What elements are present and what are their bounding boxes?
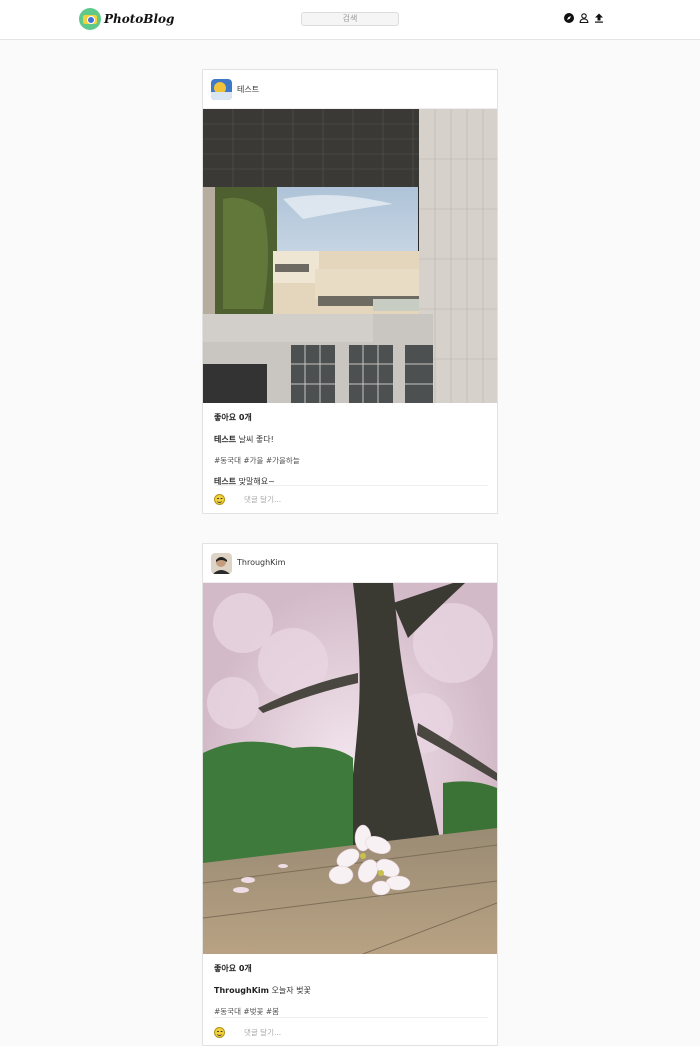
- post-body: 좋아요 0개 테스트 날씨 좋다! #동국대 #가을 #가을하늘 테스트 맞말해…: [214, 412, 488, 487]
- divider: [214, 1017, 488, 1018]
- post-photo: [203, 583, 497, 954]
- compass-icon[interactable]: [564, 13, 574, 23]
- post-card: ThroughKim 좋아요 0개 ThroughKim 오늘자 벚꽃 #동국대…: [202, 543, 498, 1046]
- avatar[interactable]: [211, 553, 232, 574]
- comment-input[interactable]: 댓글 달기...: [244, 1027, 444, 1038]
- caption-text: 날씨 좋다!: [236, 435, 274, 444]
- post-photo: [203, 109, 497, 403]
- post-body: 좋아요 0개 ThroughKim 오늘자 벚꽃 #동국대 #벚꽃 #봄: [214, 963, 488, 1017]
- top-navbar: PhotoBlog 검색: [0, 0, 700, 40]
- post-username[interactable]: ThroughKim: [237, 558, 285, 567]
- post-header: ThroughKim: [203, 544, 497, 583]
- post-username[interactable]: 테스트: [237, 84, 259, 95]
- camera-logo-icon: [79, 8, 101, 30]
- post-caption: 테스트 날씨 좋다!: [214, 434, 488, 445]
- logo[interactable]: PhotoBlog: [79, 8, 174, 30]
- avatar[interactable]: [211, 79, 232, 100]
- search-input[interactable]: 검색: [301, 12, 399, 26]
- emoji-icon[interactable]: [214, 493, 225, 505]
- caption-username[interactable]: 테스트: [214, 435, 236, 444]
- comment-form: 댓글 달기...: [214, 492, 444, 506]
- divider: [214, 485, 488, 486]
- like-count[interactable]: 좋아요 0개: [214, 412, 488, 423]
- comment-input[interactable]: 댓글 달기...: [244, 494, 444, 505]
- post-header: 테스트: [203, 70, 497, 109]
- post-hashtags[interactable]: #동국대 #벚꽃 #봄: [214, 1006, 488, 1017]
- post-hashtags[interactable]: #동국대 #가을 #가을하늘: [214, 455, 488, 466]
- comment-form: 댓글 달기...: [214, 1025, 444, 1039]
- emoji-icon[interactable]: [214, 1026, 225, 1038]
- upload-icon[interactable]: [594, 13, 604, 23]
- like-count[interactable]: 좋아요 0개: [214, 963, 488, 974]
- caption-username[interactable]: ThroughKim: [214, 986, 269, 995]
- post-card: 테스트 좋아요 0개 테스트 날씨 좋다! #동국대 #가을 #가을하늘 테스트…: [202, 69, 498, 514]
- post-caption: ThroughKim 오늘자 벚꽃: [214, 985, 488, 996]
- logo-text: PhotoBlog: [104, 12, 175, 26]
- user-icon[interactable]: [579, 13, 589, 23]
- caption-text: 오늘자 벚꽃: [269, 986, 311, 995]
